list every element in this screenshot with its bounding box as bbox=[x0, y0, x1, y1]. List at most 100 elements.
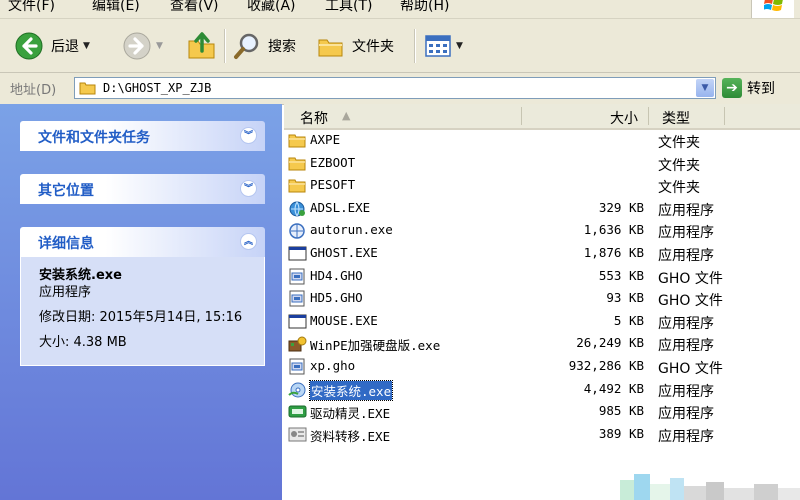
file-row[interactable]: AXPE 文件夹 bbox=[284, 130, 800, 152]
file-row[interactable]: autorun.exe 1,636 KB 应用程序 bbox=[284, 220, 800, 242]
panel-other-places: 其它位置 ︾ bbox=[20, 174, 265, 204]
search-icon bbox=[234, 33, 259, 59]
file-row[interactable]: MOUSE.EXE 5 KB 应用程序 bbox=[284, 311, 800, 333]
file-name: PESOFT bbox=[310, 177, 356, 193]
gho-file-icon bbox=[288, 290, 307, 307]
back-button[interactable]: 后退 ▼ bbox=[14, 29, 90, 63]
menu-bar: 文件(F) 编辑(E) 查看(V) 收藏(A) 工具(T) 帮助(H) bbox=[0, 0, 800, 19]
views-dropdown-icon[interactable]: ▼ bbox=[456, 41, 463, 51]
details-file-type: 应用程序 bbox=[39, 285, 92, 300]
file-name: GHOST.EXE bbox=[310, 245, 378, 260]
go-button[interactable]: ➔ 转到 bbox=[722, 77, 775, 99]
file-type: 文件夹 bbox=[658, 135, 700, 151]
column-size[interactable]: 大小 bbox=[610, 108, 638, 128]
go-arrow-icon: ➔ bbox=[722, 78, 742, 98]
file-size: 553 KB bbox=[598, 267, 644, 283]
up-folder-button[interactable] bbox=[186, 28, 218, 62]
address-dropdown-icon[interactable]: ▼ bbox=[696, 79, 714, 97]
column-name[interactable]: 名称 bbox=[300, 108, 328, 128]
menu-tools[interactable]: 工具(T) bbox=[325, 0, 372, 15]
file-type: 应用程序 bbox=[658, 315, 714, 332]
chevron-up-icon[interactable]: ︽ bbox=[240, 233, 257, 250]
search-button[interactable]: 搜索 bbox=[232, 29, 296, 63]
column-header: 名称 ▲ 大小 类型 bbox=[284, 104, 800, 130]
window-app-icon bbox=[288, 313, 307, 330]
file-row[interactable]: 驱动精灵.EXE 985 KB 应用程序 bbox=[284, 401, 800, 423]
address-path: D:\GHOST_XP_ZJB bbox=[103, 81, 212, 95]
file-type: GHO 文件 bbox=[658, 293, 723, 310]
chevron-down-icon[interactable]: ︾ bbox=[240, 180, 257, 197]
folder-icon bbox=[288, 155, 307, 172]
up-folder-icon bbox=[188, 32, 215, 59]
windows-logo-icon bbox=[751, 0, 794, 18]
gho-file-icon bbox=[288, 358, 307, 375]
file-size: 389 KB bbox=[598, 425, 644, 441]
views-button[interactable]: ▼ bbox=[424, 29, 463, 63]
toolbar-separator bbox=[224, 29, 226, 63]
toolbar-separator bbox=[414, 29, 416, 63]
folder-icon bbox=[79, 82, 96, 95]
address-input[interactable]: D:\GHOST_XP_ZJB ▼ bbox=[74, 77, 716, 99]
file-size: 985 KB bbox=[598, 403, 644, 419]
file-name: EZBOOT bbox=[310, 154, 356, 170]
file-row[interactable]: xp.gho 932,286 KB GHO 文件 bbox=[284, 356, 800, 378]
file-size: 1,876 KB bbox=[583, 245, 644, 260]
file-name: HD5.GHO bbox=[310, 290, 363, 306]
folders-label: 文件夹 bbox=[352, 39, 394, 55]
chevron-down-icon[interactable]: ︾ bbox=[240, 127, 257, 144]
folders-button[interactable]: 文件夹 bbox=[316, 29, 394, 63]
file-row[interactable]: ADSL.EXE 329 KB 应用程序 bbox=[284, 198, 800, 220]
file-type: 应用程序 bbox=[658, 383, 714, 400]
file-type: 应用程序 bbox=[658, 202, 714, 219]
panel-header[interactable]: 详细信息 ︽ bbox=[20, 227, 265, 257]
file-row[interactable]: PESOFT 文件夹 bbox=[284, 175, 800, 197]
column-divider[interactable] bbox=[724, 107, 725, 125]
globe-app-icon bbox=[288, 222, 307, 240]
file-type: GHO 文件 bbox=[658, 361, 723, 377]
file-row[interactable]: WinPE加强硬盘版.exe 26,249 KB 应用程序 bbox=[284, 333, 800, 355]
file-name: 资料转移.EXE bbox=[310, 428, 391, 444]
file-row[interactable]: HD4.GHO 553 KB GHO 文件 bbox=[284, 266, 800, 288]
panel-file-tasks: 文件和文件夹任务 ︾ bbox=[20, 121, 265, 151]
panel-header[interactable]: 其它位置 ︾ bbox=[20, 174, 265, 204]
column-divider[interactable] bbox=[648, 107, 649, 125]
file-name: WinPE加强硬盘版.exe bbox=[310, 338, 441, 354]
file-row[interactable]: 资料转移.EXE 389 KB 应用程序 bbox=[284, 424, 800, 446]
file-row[interactable]: 安装系统.exe 4,492 KB 应用程序 bbox=[284, 379, 800, 401]
forward-button[interactable]: ▼ bbox=[122, 29, 163, 63]
file-type: 应用程序 bbox=[658, 248, 714, 264]
forward-dropdown-icon[interactable]: ▼ bbox=[156, 41, 163, 51]
menu-favorites[interactable]: 收藏(A) bbox=[247, 0, 296, 15]
corner-artifact bbox=[620, 474, 800, 500]
file-size: 4,492 KB bbox=[583, 380, 644, 396]
file-size: 5 KB bbox=[613, 312, 644, 328]
file-type: GHO 文件 bbox=[658, 270, 723, 287]
file-size: 932,286 KB bbox=[568, 358, 644, 373]
search-label: 搜索 bbox=[268, 39, 296, 55]
back-dropdown-icon[interactable]: ▼ bbox=[83, 41, 90, 51]
menu-help[interactable]: 帮助(H) bbox=[400, 0, 449, 15]
file-type: 应用程序 bbox=[658, 225, 714, 242]
panel-details: 详细信息 ︽ 安装系统.exe 应用程序 修改日期: 2015年5月14日, 1… bbox=[20, 227, 265, 366]
column-divider[interactable] bbox=[521, 107, 522, 125]
file-type: 文件夹 bbox=[658, 180, 700, 197]
menu-view[interactable]: 查看(V) bbox=[170, 0, 219, 15]
file-name: xp.gho bbox=[310, 358, 356, 373]
file-type: 应用程序 bbox=[658, 428, 714, 445]
panel-header[interactable]: 文件和文件夹任务 ︾ bbox=[20, 121, 265, 151]
file-row[interactable]: HD5.GHO 93 KB GHO 文件 bbox=[284, 288, 800, 310]
column-type[interactable]: 类型 bbox=[662, 108, 690, 128]
file-row[interactable]: EZBOOT 文件夹 bbox=[284, 153, 800, 175]
views-icon bbox=[425, 35, 451, 57]
details-modified: 修改日期: 2015年5月14日, 15:16 bbox=[39, 310, 243, 325]
panel-title: 文件和文件夹任务 bbox=[38, 130, 150, 146]
file-row[interactable]: GHOST.EXE 1,876 KB 应用程序 bbox=[284, 243, 800, 265]
menu-edit[interactable]: 编辑(E) bbox=[92, 0, 140, 15]
file-name: autorun.exe bbox=[310, 222, 393, 238]
menu-file[interactable]: 文件(F) bbox=[8, 0, 55, 15]
address-bar: 地址(D) D:\GHOST_XP_ZJB ▼ ➔ 转到 bbox=[0, 73, 800, 105]
toolbar: 后退 ▼ ▼ 搜索 文件夹 ▼ bbox=[0, 19, 800, 73]
file-name: AXPE bbox=[310, 132, 341, 147]
forward-arrow-icon bbox=[123, 32, 151, 60]
sort-ascending-icon: ▲ bbox=[342, 109, 351, 122]
